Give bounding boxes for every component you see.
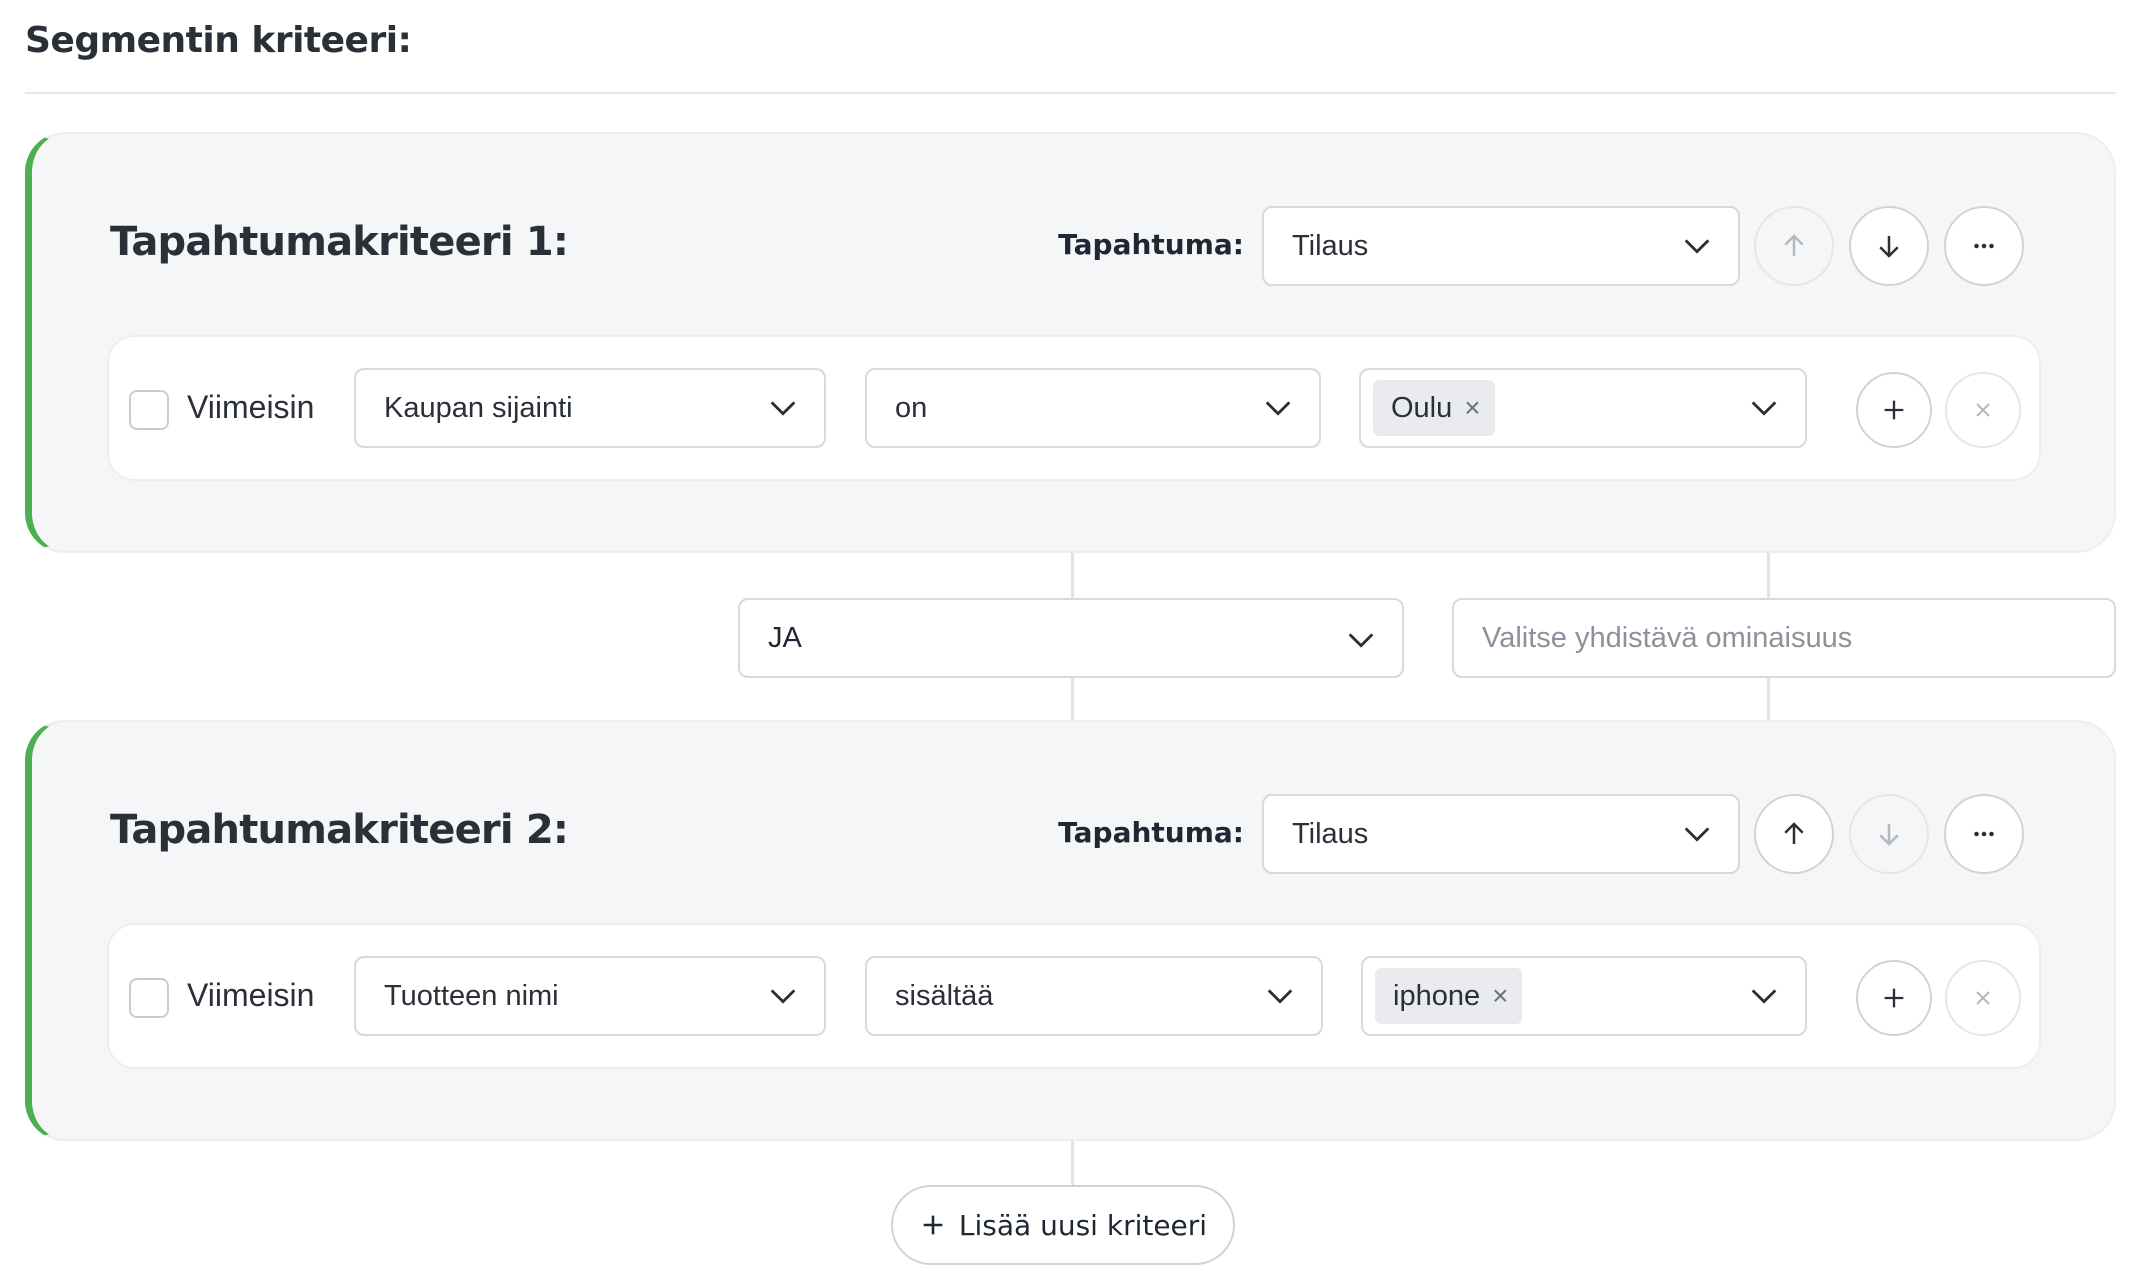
value-multiselect[interactable]: iphone × xyxy=(1361,956,1807,1036)
segment-criteria-heading: Segmentin kriteeri: xyxy=(25,20,412,61)
latest-checkbox[interactable] xyxy=(129,390,169,430)
chevron-down-icon xyxy=(1680,229,1714,263)
plus-icon xyxy=(923,1215,943,1235)
connector-line xyxy=(1071,676,1074,720)
add-new-criteria-button[interactable]: Lisää uusi kriteeri xyxy=(891,1185,1235,1265)
logic-select-value: JA xyxy=(768,621,802,654)
tag-remove-icon[interactable]: × xyxy=(1492,980,1508,1012)
value-multiselect[interactable]: Oulu × xyxy=(1359,368,1807,448)
property-select-value: Tuotteen nimi xyxy=(384,979,559,1012)
event-criteria-card: Tapahtumakriteeri 1: Tapahtuma: Tilaus V… xyxy=(25,132,2116,553)
plus-icon xyxy=(1884,400,1904,420)
chevron-down-icon xyxy=(1261,391,1295,425)
chevron-down-icon xyxy=(766,979,800,1013)
event-select[interactable]: Tilaus xyxy=(1262,206,1740,286)
operator-select[interactable]: on xyxy=(865,368,1321,448)
remove-condition-button[interactable] xyxy=(1945,960,2021,1036)
latest-checkbox[interactable] xyxy=(129,978,169,1018)
criteria-title: Tapahtumakriteeri 1: xyxy=(110,219,569,265)
value-tag-label: iphone xyxy=(1393,979,1481,1012)
chevron-down-icon xyxy=(1263,979,1297,1013)
property-select[interactable]: Tuotteen nimi xyxy=(354,956,826,1036)
more-options-button[interactable] xyxy=(1944,206,2024,286)
arrow-down-icon xyxy=(1879,824,1899,846)
arrow-down-icon xyxy=(1879,236,1899,258)
chevron-down-icon xyxy=(1680,817,1714,851)
move-up-button[interactable] xyxy=(1754,794,1834,874)
close-icon xyxy=(1976,991,1990,1005)
event-label: Tapahtuma: xyxy=(1058,228,1244,261)
add-new-criteria-label: Lisää uusi kriteeri xyxy=(958,1208,1208,1242)
chevron-down-icon xyxy=(1747,391,1781,425)
close-icon xyxy=(1976,403,1990,417)
more-horizontal-icon xyxy=(1974,243,1994,249)
connector-line xyxy=(1071,1140,1074,1185)
value-tag-label: Oulu xyxy=(1391,391,1453,424)
combining-property-placeholder: Valitse yhdistävä ominaisuus xyxy=(1482,621,1853,654)
property-select-value: Kaupan sijainti xyxy=(384,391,573,424)
latest-label: Viimeisin xyxy=(187,389,315,425)
event-label: Tapahtuma: xyxy=(1058,816,1244,849)
move-down-button[interactable] xyxy=(1849,794,1929,874)
more-horizontal-icon xyxy=(1974,831,1994,837)
event-select[interactable]: Tilaus xyxy=(1262,794,1740,874)
combining-property-input[interactable]: Valitse yhdistävä ominaisuus xyxy=(1452,598,2116,678)
event-select-value: Tilaus xyxy=(1292,229,1369,262)
connector-line xyxy=(1071,552,1074,598)
chevron-down-icon xyxy=(1747,979,1781,1013)
operator-select[interactable]: sisältää xyxy=(865,956,1323,1036)
add-condition-button[interactable] xyxy=(1856,960,1932,1036)
property-select[interactable]: Kaupan sijainti xyxy=(354,368,826,448)
condition-row: Viimeisin Kaupan sijainti on Oulu × xyxy=(107,335,2041,481)
value-tag: iphone × xyxy=(1375,968,1523,1024)
connector-line xyxy=(1767,552,1770,598)
latest-label: Viimeisin xyxy=(187,977,315,1013)
plus-icon xyxy=(1884,988,1904,1008)
tag-remove-icon[interactable]: × xyxy=(1464,392,1480,424)
arrow-up-icon xyxy=(1784,822,1804,844)
move-up-button[interactable] xyxy=(1754,206,1834,286)
arrow-up-icon xyxy=(1784,234,1804,256)
add-condition-button[interactable] xyxy=(1856,372,1932,448)
remove-condition-button[interactable] xyxy=(1945,372,2021,448)
event-select-value: Tilaus xyxy=(1292,817,1369,850)
logic-select[interactable]: JA xyxy=(738,598,1404,678)
move-down-button[interactable] xyxy=(1849,206,1929,286)
operator-select-value: sisältää xyxy=(895,979,994,1012)
chevron-down-icon xyxy=(1344,623,1378,657)
operator-select-value: on xyxy=(895,391,928,424)
more-options-button[interactable] xyxy=(1944,794,2024,874)
chevron-down-icon xyxy=(766,391,800,425)
criteria-title: Tapahtumakriteeri 2: xyxy=(110,807,569,853)
connector-line xyxy=(1767,676,1770,720)
condition-row: Viimeisin Tuotteen nimi sisältää iphone … xyxy=(107,923,2041,1069)
value-tag: Oulu × xyxy=(1373,380,1495,436)
event-criteria-card: Tapahtumakriteeri 2: Tapahtuma: Tilaus V… xyxy=(25,720,2116,1141)
heading-divider xyxy=(25,92,2116,94)
